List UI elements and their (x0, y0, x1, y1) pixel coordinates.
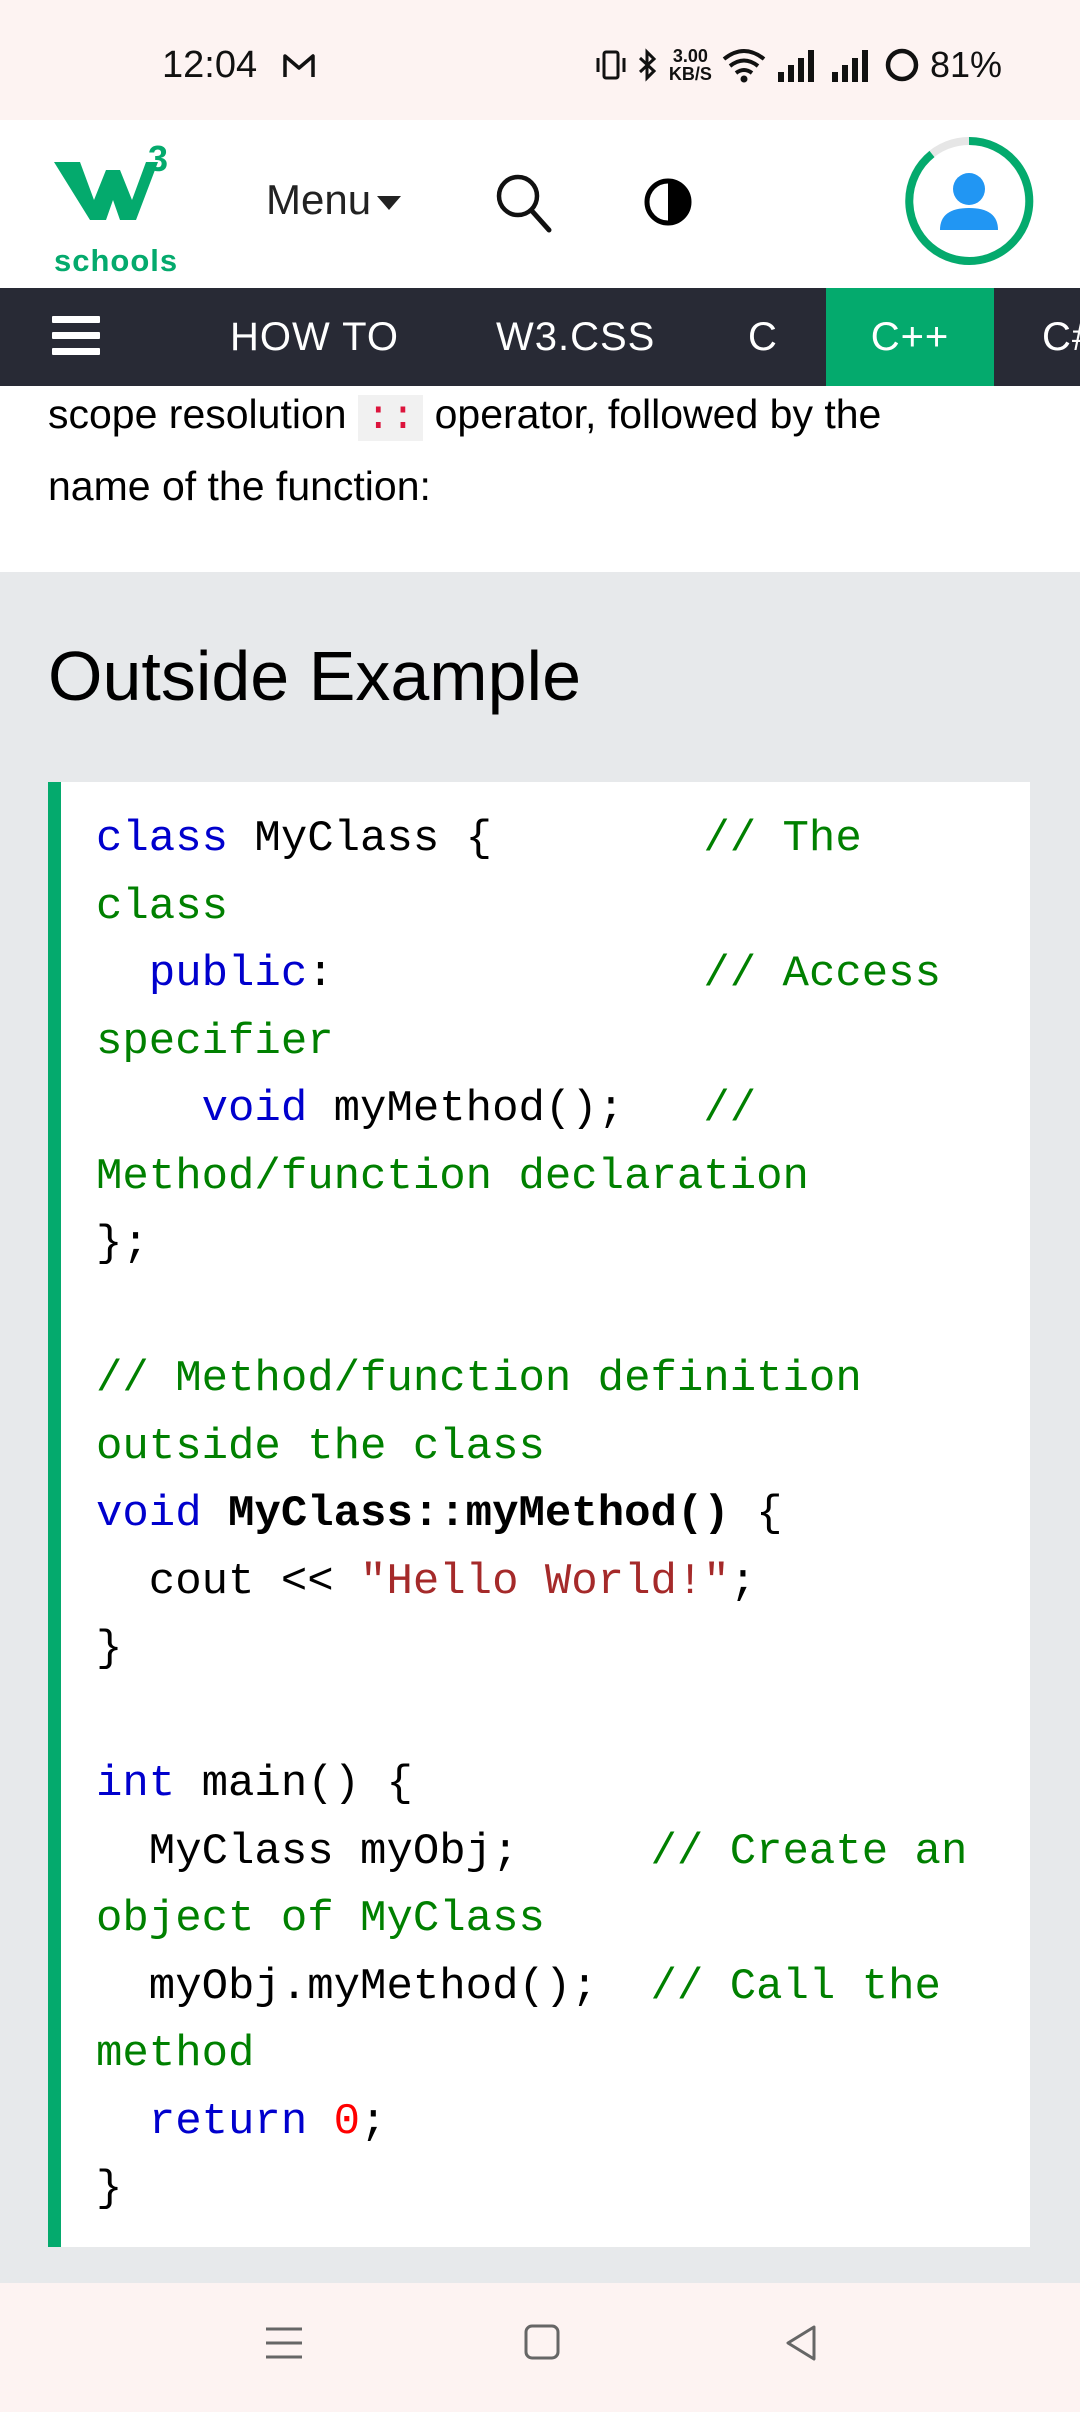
status-bar: 12:04 3.00 KB/S 81% (0, 0, 1080, 120)
bluetooth-icon (638, 48, 657, 82)
user-avatar-icon[interactable] (902, 134, 1036, 268)
intro-text: scope resolution :: operator, followed b… (48, 391, 882, 509)
recent-apps-icon[interactable] (264, 2323, 304, 2363)
signal-icon (777, 50, 814, 82)
hamburger-menu-icon[interactable] (52, 316, 100, 360)
system-nav-bar (0, 2283, 1080, 2412)
nav-item-w3css[interactable]: W3.CSS (496, 288, 655, 386)
section-heading: Outside Example (48, 637, 582, 715)
back-icon[interactable] (782, 2323, 822, 2363)
gmail-icon (283, 54, 315, 77)
nav-item-howto[interactable]: HOW TO (230, 288, 399, 386)
battery-percent: 81% (929, 44, 1002, 85)
nav-item-csharp[interactable]: C# (1042, 288, 1080, 386)
logo-sup: 3 (148, 138, 169, 179)
menu-label: Menu (266, 176, 372, 223)
logo-text: schools (54, 243, 179, 278)
nav-bar-overlay: HOW TO W3.CSS C C++ C# (0, 288, 1080, 386)
vibrate-icon (596, 50, 626, 80)
top-bar: 3 schools Menu (0, 120, 1080, 288)
caret-down-icon (377, 195, 402, 210)
inline-code: :: (357, 395, 424, 441)
home-icon[interactable] (523, 2323, 563, 2363)
code-block: class MyClass { // The class public: // … (96, 814, 968, 2214)
nav-item-c[interactable]: C (748, 288, 778, 386)
battery-icon (885, 48, 919, 82)
status-time: 12:04 (162, 44, 258, 86)
code-line: class MyClass { // The (96, 814, 862, 864)
status-icons: 3.00 KB/S 81% (595, 44, 1002, 86)
search-icon[interactable] (494, 172, 552, 234)
wifi-icon (722, 49, 766, 83)
menu-button[interactable]: Menu (266, 176, 402, 224)
network-speed: 3.00 KB/S (668, 46, 712, 84)
signal-icon (831, 50, 868, 82)
nav-item-cpp[interactable]: C++ (826, 288, 994, 386)
contrast-icon[interactable] (642, 176, 694, 228)
w3schools-logo[interactable]: 3 schools (54, 138, 184, 280)
